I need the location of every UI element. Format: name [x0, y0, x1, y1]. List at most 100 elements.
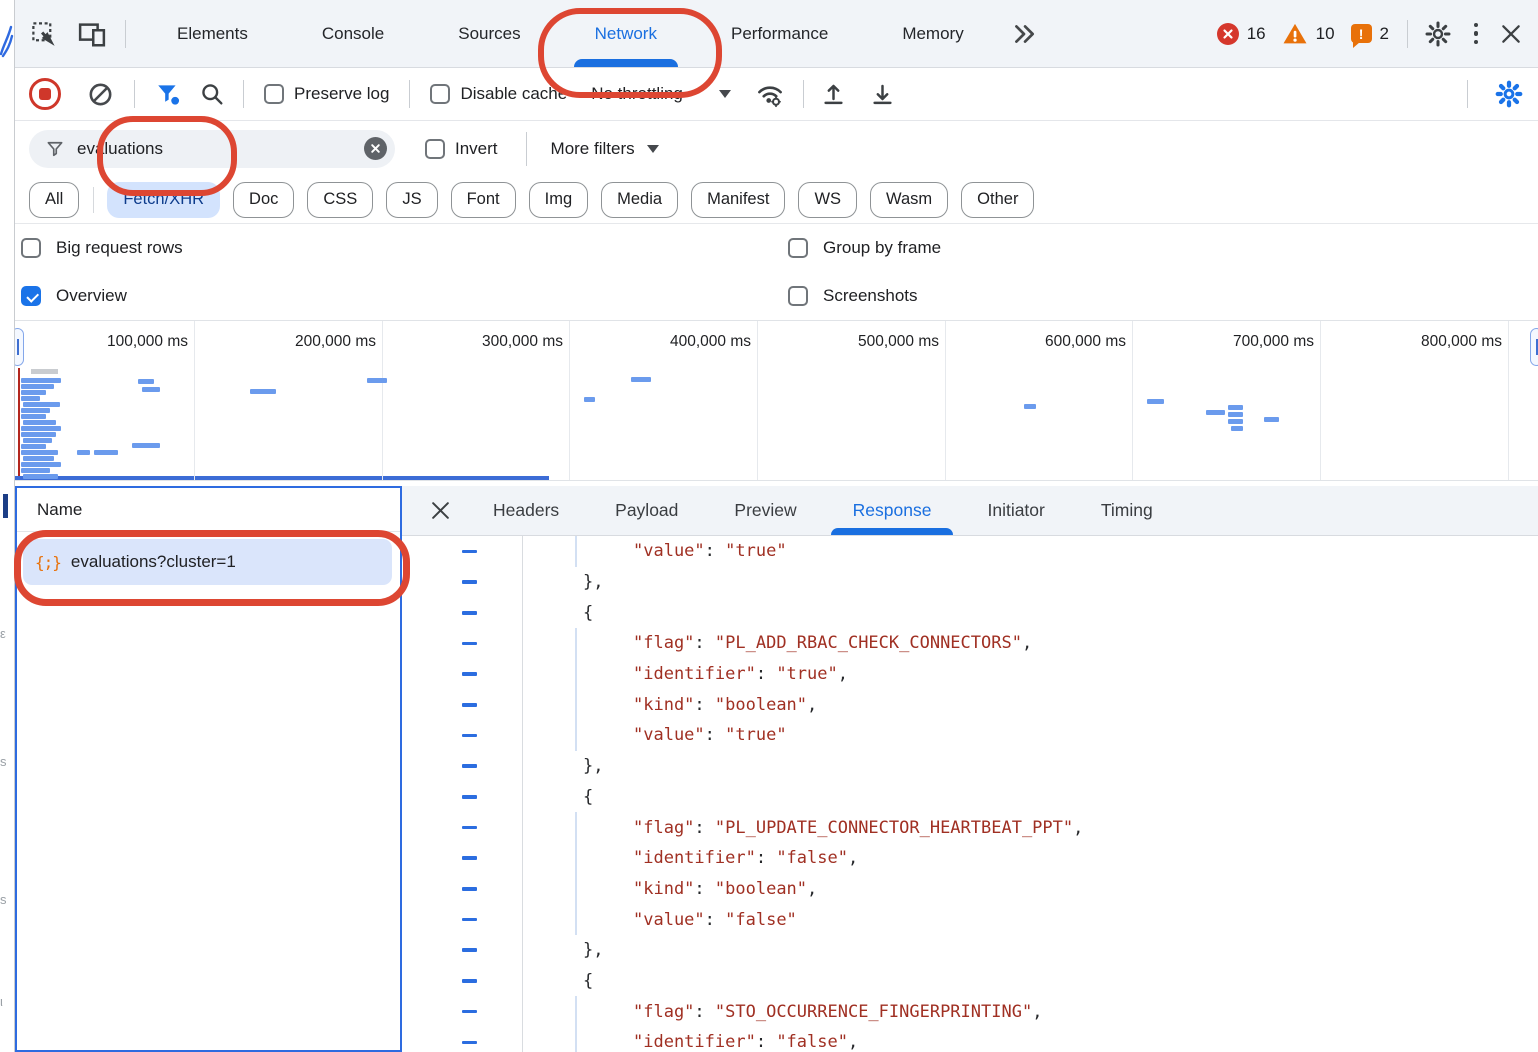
- issue-count[interactable]: 2: [1380, 24, 1389, 44]
- fold-gutter[interactable]: [402, 996, 523, 1027]
- fold-gutter[interactable]: [402, 904, 523, 935]
- network-conditions-icon[interactable]: [755, 79, 785, 109]
- network-settings-gear-icon[interactable]: [1494, 79, 1524, 109]
- record-network-log-button[interactable]: [29, 78, 61, 110]
- filter-chip-img[interactable]: Img: [529, 182, 589, 218]
- fold-gutter[interactable]: [402, 782, 523, 813]
- fold-gutter[interactable]: [402, 720, 523, 751]
- fold-marker-dash[interactable]: [462, 979, 477, 983]
- filter-chip-other[interactable]: Other: [961, 182, 1034, 218]
- preserve-log-label[interactable]: Preserve log: [294, 84, 389, 104]
- fold-gutter[interactable]: [402, 628, 523, 659]
- warning-badge-icon[interactable]: [1282, 21, 1308, 47]
- filter-chip-css[interactable]: CSS: [307, 182, 373, 218]
- fold-marker-dash[interactable]: [462, 734, 477, 738]
- invert-filter-label[interactable]: Invert: [455, 139, 498, 159]
- network-overview-timeline[interactable]: 100,000 ms200,000 ms300,000 ms400,000 ms…: [15, 320, 1538, 481]
- clear-filter-icon[interactable]: [364, 137, 387, 160]
- filter-chip-media[interactable]: Media: [601, 182, 678, 218]
- warning-count[interactable]: 10: [1316, 24, 1335, 44]
- fold-gutter[interactable]: [402, 536, 523, 567]
- filter-chip-ws[interactable]: WS: [798, 182, 857, 218]
- fold-gutter[interactable]: [402, 1027, 523, 1052]
- import-har-icon[interactable]: [820, 81, 847, 108]
- issues-badge-icon[interactable]: !: [1351, 24, 1372, 43]
- fold-marker-dash[interactable]: [462, 887, 477, 891]
- more-filters-caret-icon[interactable]: [647, 145, 659, 153]
- settings-gear-icon[interactable]: [1424, 20, 1452, 48]
- filter-chip-js[interactable]: JS: [386, 182, 437, 218]
- tab-console[interactable]: Console: [285, 0, 421, 67]
- fold-marker-dash[interactable]: [462, 795, 477, 799]
- fold-marker-dash[interactable]: [462, 918, 477, 922]
- detail-tab-response[interactable]: Response: [825, 486, 960, 535]
- filter-chip-fetch-xhr[interactable]: Fetch/XHR: [107, 182, 220, 218]
- tab-network[interactable]: Network: [558, 0, 694, 67]
- filter-chip-font[interactable]: Font: [451, 182, 516, 218]
- fold-gutter[interactable]: [402, 812, 523, 843]
- tab-elements[interactable]: Elements: [140, 0, 285, 67]
- close-devtools-icon[interactable]: [1500, 23, 1522, 45]
- filter-text-input[interactable]: [75, 138, 364, 160]
- toggle-device-toolbar-button[interactable]: [75, 17, 109, 51]
- overview-right-handle[interactable]: [1530, 328, 1538, 366]
- tab-memory[interactable]: Memory: [865, 0, 1000, 67]
- overview-left-handle[interactable]: [15, 328, 24, 366]
- fold-gutter[interactable]: [402, 966, 523, 997]
- more-filters-button[interactable]: More filters: [551, 139, 635, 159]
- error-badge-icon[interactable]: [1217, 23, 1239, 45]
- detail-tab-payload[interactable]: Payload: [587, 486, 706, 535]
- fold-marker-dash[interactable]: [462, 703, 477, 707]
- overview-label[interactable]: Overview: [56, 286, 127, 306]
- detail-tab-headers[interactable]: Headers: [465, 486, 587, 535]
- filter-chip-all[interactable]: All: [29, 182, 79, 218]
- filter-chip-manifest[interactable]: Manifest: [691, 182, 785, 218]
- screenshots-label[interactable]: Screenshots: [823, 286, 918, 306]
- kebab-menu-icon[interactable]: [1472, 23, 1480, 45]
- fold-marker-dash[interactable]: [462, 550, 477, 554]
- detail-tab-preview[interactable]: Preview: [706, 486, 824, 535]
- export-har-icon[interactable]: [869, 81, 896, 108]
- fold-gutter[interactable]: [402, 751, 523, 782]
- group-by-frame-label[interactable]: Group by frame: [823, 238, 941, 258]
- name-column-header[interactable]: Name: [17, 488, 400, 532]
- fold-marker-dash[interactable]: [462, 856, 477, 860]
- error-count[interactable]: 16: [1247, 24, 1266, 44]
- fold-gutter[interactable]: [402, 874, 523, 905]
- fold-gutter[interactable]: [402, 935, 523, 966]
- disable-cache-label[interactable]: Disable cache: [460, 84, 567, 104]
- invert-filter-checkbox[interactable]: [425, 139, 445, 159]
- overview-checkbox[interactable]: [21, 286, 41, 306]
- inspect-element-button[interactable]: [27, 17, 61, 51]
- fold-marker-dash[interactable]: [462, 948, 477, 952]
- response-body-viewer[interactable]: "value": "true"},{"flag": "PL_ADD_RBAC_C…: [402, 536, 1538, 1052]
- clear-network-log-icon[interactable]: [87, 81, 114, 108]
- close-detail-button[interactable]: [430, 500, 451, 521]
- fold-marker-dash[interactable]: [462, 1041, 477, 1045]
- request-row-selected[interactable]: {;} evaluations?cluster=1: [23, 539, 392, 585]
- fold-gutter[interactable]: [402, 843, 523, 874]
- throttling-select[interactable]: No throttling: [591, 84, 683, 104]
- request-filter-input-box[interactable]: [29, 130, 395, 168]
- preserve-log-checkbox[interactable]: [264, 84, 284, 104]
- fold-marker-dash[interactable]: [462, 764, 477, 768]
- filter-chip-doc[interactable]: Doc: [233, 182, 294, 218]
- fold-marker-dash[interactable]: [462, 826, 477, 830]
- fold-gutter[interactable]: [402, 567, 523, 598]
- disable-cache-checkbox[interactable]: [430, 84, 450, 104]
- group-by-frame-checkbox[interactable]: [788, 238, 808, 258]
- detail-tab-initiator[interactable]: Initiator: [959, 486, 1072, 535]
- fold-marker-dash[interactable]: [462, 611, 477, 615]
- fold-marker-dash[interactable]: [462, 642, 477, 646]
- fold-marker-dash[interactable]: [462, 580, 477, 584]
- big-request-rows-checkbox[interactable]: [21, 238, 41, 258]
- big-request-rows-label[interactable]: Big request rows: [56, 238, 183, 258]
- filter-chip-wasm[interactable]: Wasm: [870, 182, 948, 218]
- fold-marker-dash[interactable]: [462, 672, 477, 676]
- screenshots-checkbox[interactable]: [788, 286, 808, 306]
- tab-sources[interactable]: Sources: [421, 0, 557, 67]
- detail-tab-timing[interactable]: Timing: [1073, 486, 1181, 535]
- more-panels-button[interactable]: [1011, 21, 1037, 47]
- throttling-caret-icon[interactable]: [719, 90, 731, 98]
- fold-gutter[interactable]: [402, 597, 523, 628]
